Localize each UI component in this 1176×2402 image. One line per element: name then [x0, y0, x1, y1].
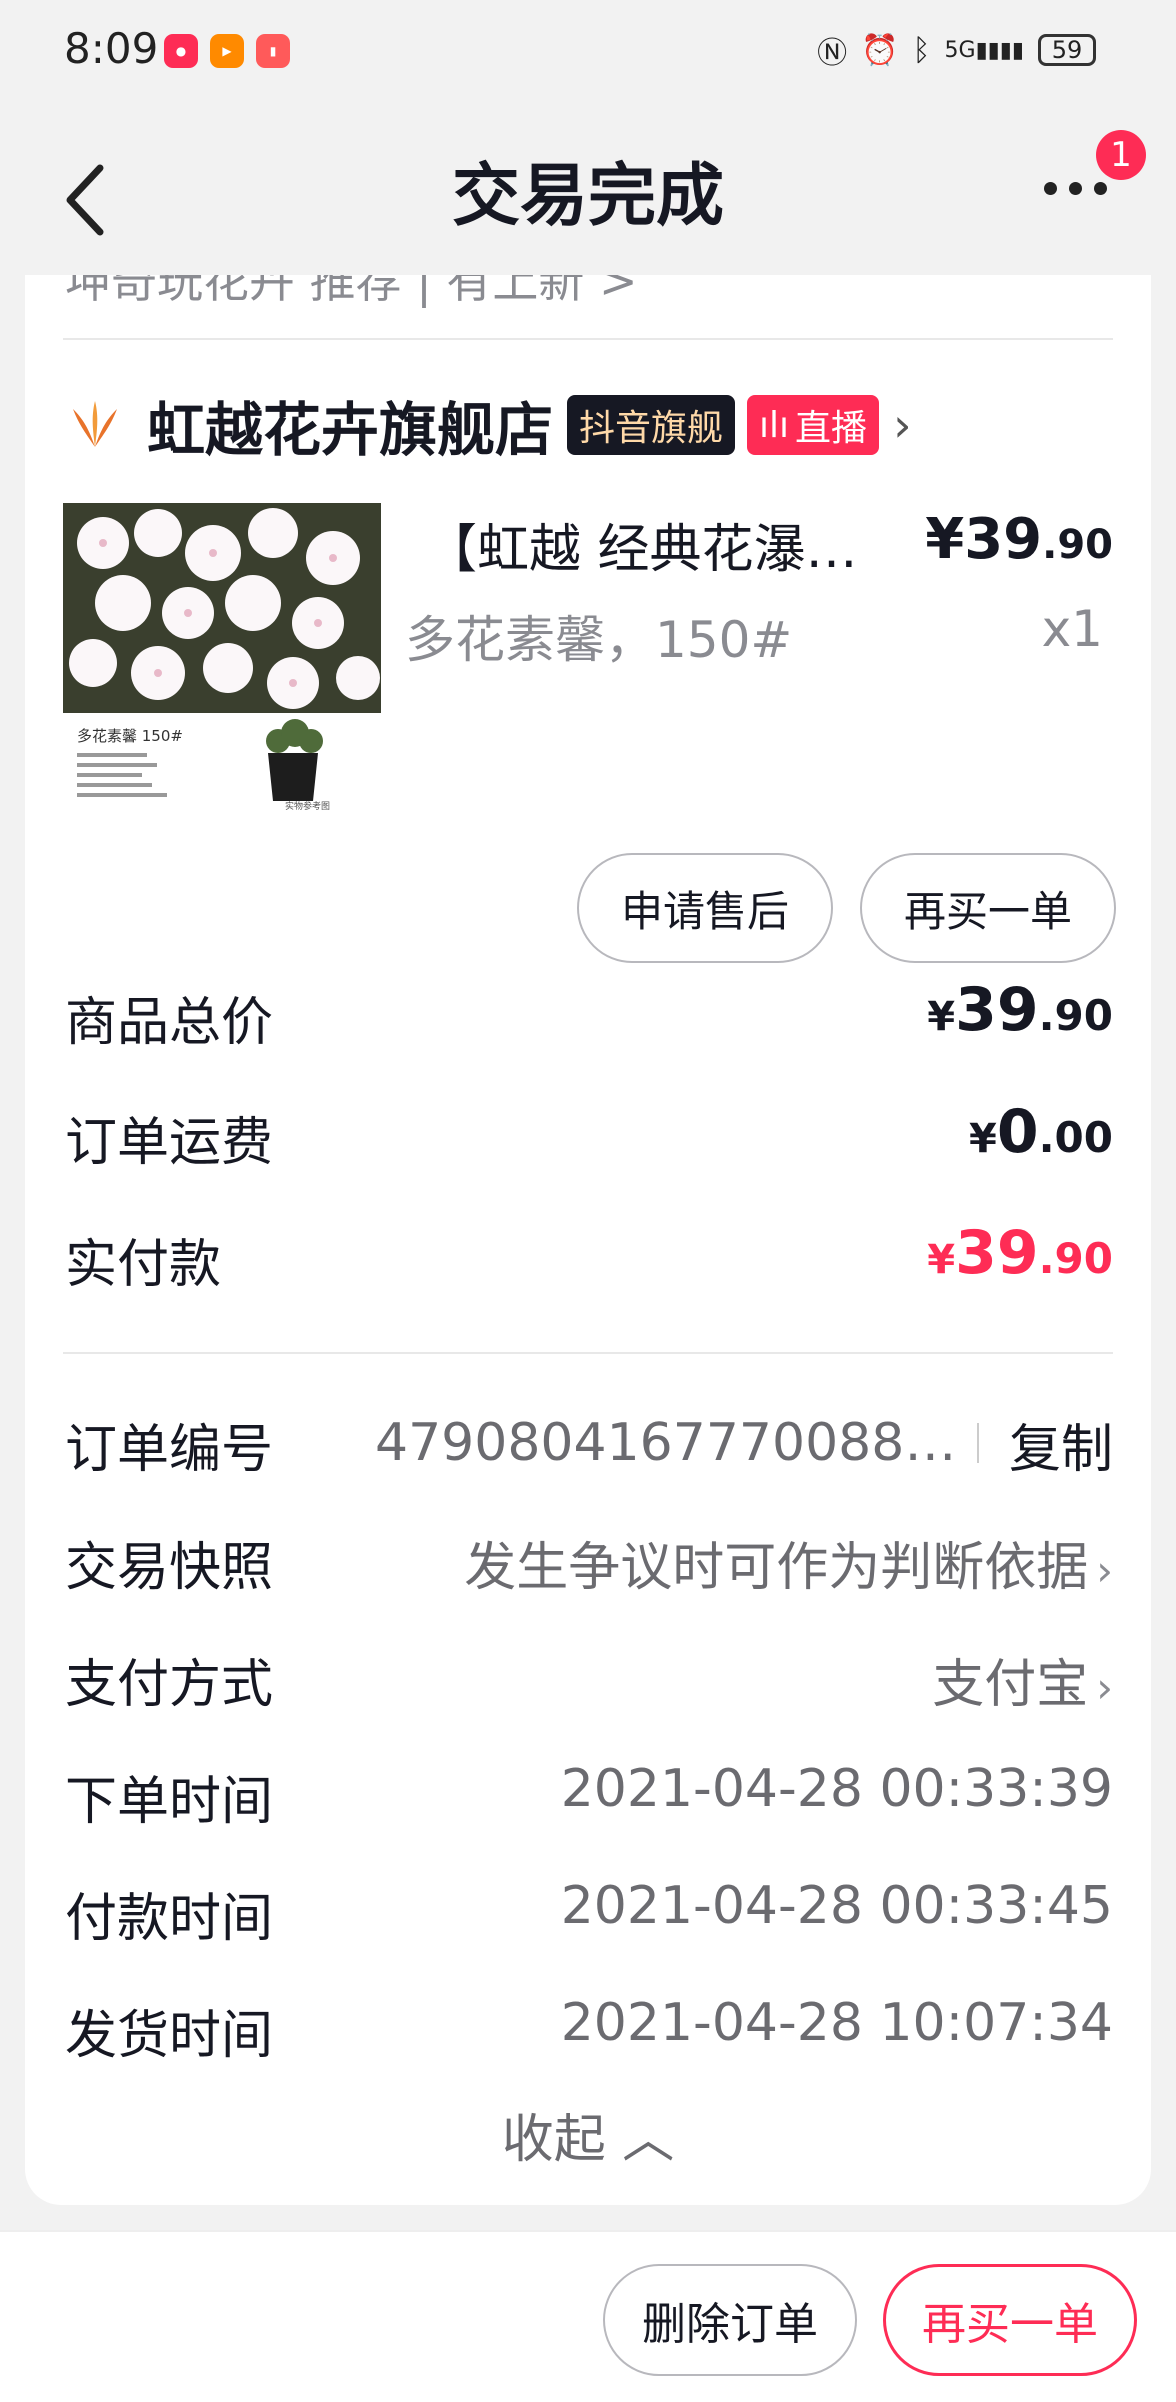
recommend-row[interactable]: 坤奇玩花卉 推荐 | 有上新 >: [65, 275, 638, 311]
book-app-icon: ▮: [256, 34, 290, 68]
status-bar: 8:09 ● ▶ ▮ Ⓝ ⏰ ᛒ 5G▮▮▮▮ 59: [0, 0, 1176, 100]
after-sale-button[interactable]: 申请售后: [577, 853, 833, 963]
flagship-tag: 抖音旗舰: [567, 395, 736, 455]
total-price-label: 商品总价: [65, 993, 274, 1053]
svg-text:多花素馨 150#: 多花素馨 150#: [77, 727, 183, 745]
product-spec: 多花素馨，150#: [405, 611, 793, 669]
more-dot: [1044, 182, 1057, 195]
delete-order-button[interactable]: 删除订单: [603, 2264, 857, 2376]
live-icon: ılı: [759, 404, 790, 446]
shop-logo-icon: [73, 401, 117, 447]
live-tag-label: 直播: [795, 408, 868, 449]
copy-button[interactable]: 复制: [1009, 1407, 1113, 1482]
shop-name: 虹越花卉旗舰店: [147, 396, 554, 464]
page-title: 交易完成: [451, 157, 724, 236]
chevron-right-icon: ›: [1096, 1663, 1113, 1712]
signal-5g-icon: 5G▮▮▮▮: [944, 37, 1024, 63]
shipping-fee-label: 订单运费: [65, 1113, 274, 1173]
nav-bar: 交易完成 1: [0, 100, 1176, 275]
notification-badge: 1: [1096, 130, 1146, 180]
product-quantity: x1: [1041, 600, 1103, 658]
shipping-time-label: 发货时间: [65, 2006, 274, 2066]
chevron-right-icon: ›: [1096, 1546, 1113, 1595]
product-title[interactable]: 【虹越 经典花瀑…: [425, 507, 905, 582]
copy-separator: [977, 1423, 979, 1463]
order-time-label: 下单时间: [65, 1772, 274, 1832]
bluetooth-icon: ᛒ: [912, 32, 931, 68]
more-button[interactable]: [1038, 180, 1118, 220]
payment-method-link[interactable]: 支付宝 ›: [932, 1642, 1113, 1717]
order-number-value: 4790804167770088…: [375, 1413, 957, 1473]
system-icons: Ⓝ ⏰ ᛒ 5G▮▮▮▮ 59: [817, 28, 1096, 72]
more-dot: [1069, 182, 1082, 195]
product-photo: 多花素馨 150# 实物参考图: [63, 503, 381, 815]
snapshot-label: 交易快照: [65, 1538, 274, 1598]
paid-amount-label: 实付款: [65, 1235, 222, 1295]
order-number-label: 订单编号: [65, 1420, 274, 1480]
nfc-icon: Ⓝ: [817, 36, 848, 71]
svg-text:实物参考图: 实物参考图: [285, 800, 330, 812]
paid-amount-value: ¥39.90: [927, 1218, 1113, 1288]
total-price-value: ¥39.90: [927, 975, 1113, 1045]
chevron-right-icon: ›: [893, 398, 912, 452]
notification-app-icons: ● ▶ ▮: [164, 34, 290, 68]
payment-time-value: 2021-04-28 00:33:45: [560, 1876, 1113, 1936]
bottom-action-bar: 删除订单 再买一单: [0, 2230, 1176, 2402]
red-app-icon: ●: [164, 34, 198, 68]
shipping-time-value: 2021-04-28 10:07:34: [560, 1993, 1113, 2053]
snapshot-link[interactable]: 发生争议时可作为判断依据 ›: [464, 1525, 1113, 1600]
divider: [63, 1352, 1113, 1354]
shop-row[interactable]: 虹越花卉旗舰店 抖音旗舰 ılı 直播 ›: [65, 385, 911, 465]
chevron-up-icon: ︿: [622, 2110, 675, 2170]
payment-method-label: 支付方式: [65, 1655, 274, 1715]
alarm-icon: ⏰: [861, 32, 899, 68]
shipping-fee-value: ¥0.00: [969, 1097, 1113, 1167]
battery-icon: 59: [1038, 34, 1096, 66]
buy-again-button[interactable]: 再买一单: [883, 2264, 1137, 2376]
buy-again-small-button[interactable]: 再买一单: [860, 853, 1116, 963]
video-app-icon: ▶: [210, 34, 244, 68]
status-time: 8:09: [64, 24, 159, 73]
product-image[interactable]: 多花素馨 150# 实物参考图: [63, 503, 381, 815]
product-price: ¥39.90: [925, 507, 1113, 572]
collapse-button[interactable]: 收起 ︿: [25, 2097, 1151, 2172]
order-time-value: 2021-04-28 00:33:39: [560, 1759, 1113, 1819]
live-tag: ılı 直播: [747, 395, 880, 455]
order-card: 坤奇玩花卉 推荐 | 有上新 > 虹越花卉旗舰店 抖音旗舰 ılı 直播 › 多…: [25, 275, 1151, 2205]
divider: [63, 338, 1113, 340]
payment-time-label: 付款时间: [65, 1889, 274, 1949]
more-dot: [1094, 182, 1107, 195]
